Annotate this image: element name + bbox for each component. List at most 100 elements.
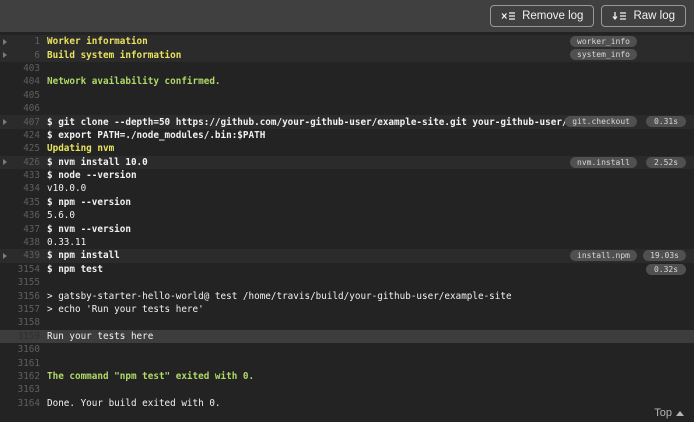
job-tag-badge: nvm.install	[570, 156, 637, 168]
log-line-row: 3157 > echo 'Run your tests here'	[0, 303, 694, 316]
fold-arrow-icon[interactable]	[3, 252, 13, 259]
log-toolbar: Remove log Raw log	[0, 0, 694, 32]
line-text: $ npm test	[47, 263, 103, 275]
line-number[interactable]: 3154	[13, 264, 40, 275]
line-number[interactable]: 1	[13, 36, 40, 47]
line-number[interactable]: 3159	[13, 331, 40, 342]
job-tag-badge: install.npm	[570, 250, 637, 262]
line-text: > echo 'Run your tests here'	[47, 304, 204, 315]
line-text: $ npm install	[47, 250, 120, 262]
duration-badge: 0.31s	[646, 116, 686, 128]
scroll-to-top-link[interactable]: Top	[654, 407, 684, 419]
line-number[interactable]: 3157	[13, 304, 40, 315]
line-text: Build system information	[47, 49, 182, 61]
job-tag-badge: system_info	[570, 49, 637, 61]
line-text: $ export PATH=./node_modules/.bin:$PATH	[47, 129, 266, 141]
line-number[interactable]: 3162	[13, 371, 40, 382]
log-line-row: 3155	[0, 276, 694, 289]
log-line-row: 435 $ npm --version	[0, 196, 694, 209]
line-number[interactable]: 425	[13, 143, 40, 154]
log-line-row: 403	[0, 62, 694, 75]
line-text: Network availability confirmed.	[47, 76, 221, 88]
line-number[interactable]: 438	[13, 237, 40, 248]
line-number[interactable]: 424	[13, 130, 40, 141]
line-text: $ nvm install 10.0	[47, 156, 148, 168]
log-line-row: 407 $ git clone --depth=50 https://githu…	[0, 115, 694, 129]
line-text: $ node --version	[47, 170, 137, 182]
log-line-row: 434 v10.0.0	[0, 182, 694, 195]
log-line-row: 404 Network availability confirmed.	[0, 75, 694, 88]
line-number[interactable]: 3163	[13, 384, 40, 395]
line-number[interactable]: 405	[13, 90, 40, 101]
log-line-row: 437 $ nvm --version	[0, 222, 694, 235]
line-text: Updating nvm	[47, 143, 115, 155]
line-text: v10.0.0	[47, 183, 87, 195]
fold-arrow-icon[interactable]	[3, 159, 13, 166]
log-line-row: 6 Build system information system_info	[0, 48, 694, 62]
line-text: The command "npm test" exited with 0.	[47, 370, 255, 382]
build-log-page: Remove log Raw log 1 Worker information …	[0, 0, 694, 422]
log-line-row: 436 5.6.0	[0, 209, 694, 222]
fold-arrow-icon[interactable]	[3, 52, 13, 59]
line-number[interactable]: 403	[13, 63, 40, 74]
duration-badge: 19.03s	[643, 250, 686, 262]
top-link-label: Top	[654, 407, 672, 419]
raw-log-label: Raw log	[633, 10, 675, 22]
log-line-row: 3160	[0, 343, 694, 356]
chevron-up-icon	[676, 410, 684, 416]
duration-badge: 0.32s	[646, 263, 686, 275]
line-number[interactable]: 407	[13, 117, 40, 128]
line-number[interactable]: 426	[13, 157, 40, 168]
line-number[interactable]: 436	[13, 210, 40, 221]
line-number[interactable]: 3158	[13, 317, 40, 328]
log-line-row: 3158	[0, 316, 694, 329]
raw-log-icon	[612, 11, 627, 21]
log-line-row: 1 Worker information worker_info	[0, 35, 694, 49]
log-line-row: 405	[0, 89, 694, 102]
log-line-row: 3162 The command "npm test" exited with …	[0, 370, 694, 383]
line-text: Done. Your build exited with 0.	[47, 397, 221, 409]
duration-badge: 2.52s	[646, 156, 686, 168]
line-text: $ git clone --depth=50 https://github.co…	[47, 116, 613, 128]
log-line-row: 425 Updating nvm	[0, 142, 694, 155]
log-line-row: 3156 > gatsby-starter-hello-world@ test …	[0, 289, 694, 302]
log-line-row: 424 $ export PATH=./node_modules/.bin:$P…	[0, 129, 694, 142]
fold-arrow-icon[interactable]	[3, 38, 13, 45]
log-line-row: 426 $ nvm install 10.0 nvm.install 2.52s	[0, 155, 694, 169]
line-number[interactable]: 3164	[13, 398, 40, 409]
line-number[interactable]: 433	[13, 170, 40, 181]
line-number[interactable]: 406	[13, 103, 40, 114]
log-line-row: 3159 Run your tests here	[0, 329, 694, 343]
fold-arrow-icon[interactable]	[3, 119, 13, 126]
job-tag-badge: worker_info	[570, 36, 637, 47]
line-text: 5.6.0	[47, 210, 75, 222]
log-line-row: 3163	[0, 383, 694, 396]
log-line-row: 406	[0, 102, 694, 115]
log-line-row: 433 $ node --version	[0, 169, 694, 182]
log-line-row: 3161	[0, 356, 694, 369]
line-number[interactable]: 3160	[13, 344, 40, 355]
remove-log-icon	[501, 11, 516, 21]
line-text: Worker information	[47, 36, 148, 48]
line-number[interactable]: 439	[13, 250, 40, 261]
log-line-row: 439 $ npm install install.npm 19.03s	[0, 249, 694, 263]
line-number[interactable]: 435	[13, 197, 40, 208]
remove-log-label: Remove log	[522, 10, 584, 22]
log-line-row: 3154 $ npm test 0.32s	[0, 263, 694, 276]
line-number[interactable]: 3155	[13, 277, 40, 288]
raw-log-button[interactable]: Raw log	[601, 5, 686, 27]
line-text: 0.33.11	[47, 237, 87, 249]
line-number[interactable]: 3161	[13, 358, 40, 369]
line-number[interactable]: 404	[13, 76, 40, 87]
line-text: > gatsby-starter-hello-world@ test /home…	[47, 290, 512, 302]
line-number[interactable]: 434	[13, 183, 40, 194]
line-number[interactable]: 437	[13, 224, 40, 235]
line-number[interactable]: 3156	[13, 291, 40, 302]
job-tag-badge: git.checkout	[565, 116, 637, 128]
line-text: $ npm --version	[47, 196, 131, 208]
line-number[interactable]: 6	[13, 50, 40, 61]
build-log: 1 Worker information worker_info 6 Build…	[0, 32, 694, 422]
log-line-row: 3164 Done. Your build exited with 0.	[0, 397, 694, 410]
log-lines: 1 Worker information worker_info 6 Build…	[0, 35, 694, 410]
remove-log-button[interactable]: Remove log	[490, 5, 595, 27]
